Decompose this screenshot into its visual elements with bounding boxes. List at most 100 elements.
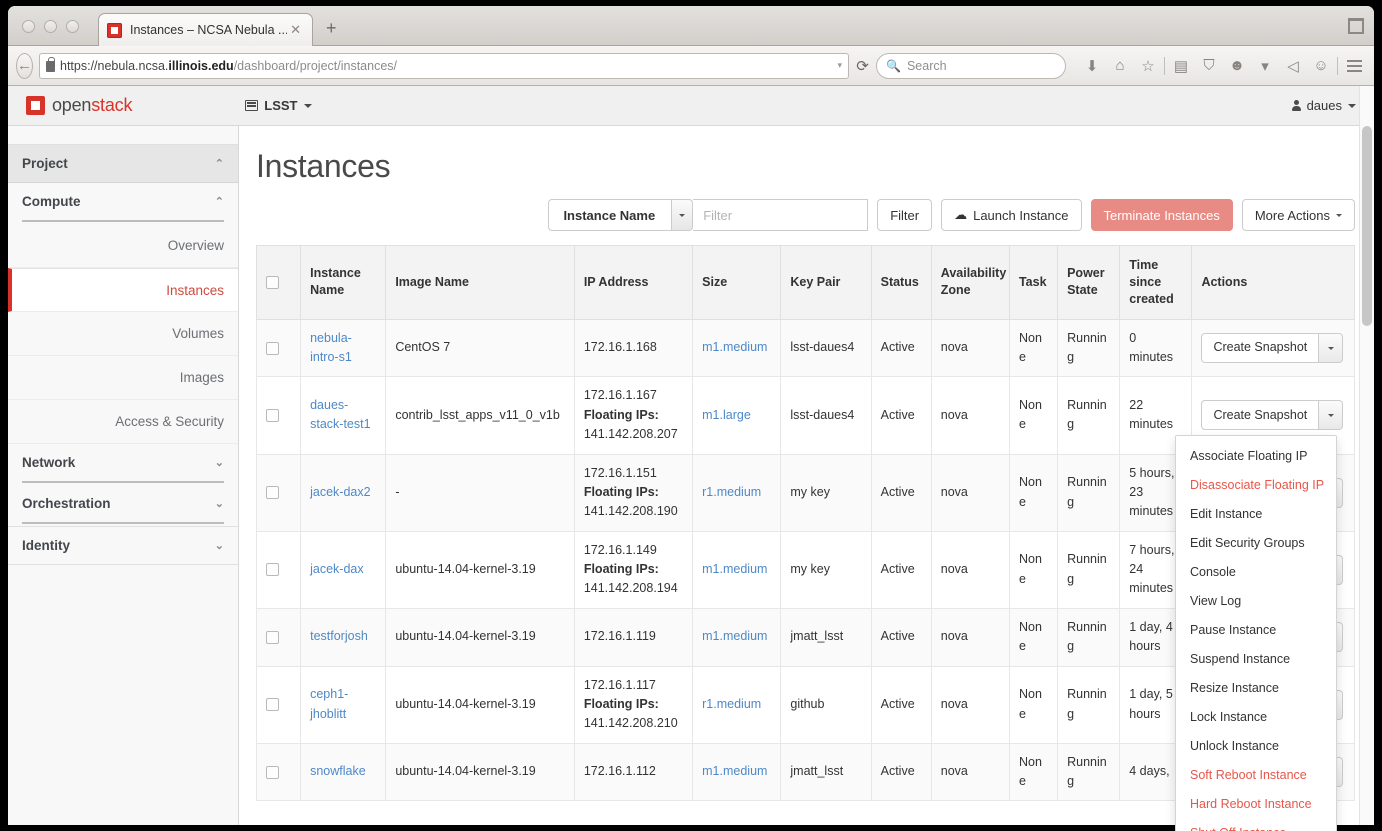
flavor-link[interactable]: r1.medium [702,485,761,499]
row-actions-dropdown-menu[interactable]: Associate Floating IP Disassociate Floati… [1175,435,1337,831]
filter-field-selector[interactable]: Instance Name [548,199,694,231]
row-actions-chevron-down-icon[interactable] [1319,333,1344,363]
create-snapshot-button[interactable]: Create Snapshot [1201,333,1320,363]
more-actions-button[interactable]: More Actions [1241,199,1355,231]
instance-name-link[interactable]: testforjosh [310,629,368,643]
flavor-link[interactable]: m1.medium [702,562,767,576]
instance-name-link[interactable]: nebula-intro-s1 [310,331,352,364]
col-key-pair[interactable]: Key Pair [780,245,872,320]
minimize-window-button[interactable] [44,20,57,33]
scrollbar-thumb[interactable] [1362,126,1372,326]
instance-name-link[interactable]: snowflake [310,764,366,778]
row-checkbox[interactable] [266,698,279,712]
instance-name-link[interactable]: jacek-dax [310,562,364,576]
address-bar[interactable]: https://nebula.ncsa.illinois.edu/dashboa… [39,52,849,79]
home-icon[interactable]: ⌂ [1108,53,1132,79]
col-size[interactable]: Size [692,245,782,320]
sidebar-item-access-security[interactable]: Access & Security [8,400,238,444]
flavor-link[interactable]: m1.medium [702,629,767,643]
browser-tab[interactable]: Instances – NCSA Nebula ... ✕ [98,13,313,46]
sidebar-item-instances[interactable]: Instances [8,268,238,312]
dropdown-item-associate-floating-ip[interactable]: Associate Floating IP [1176,442,1336,471]
sidebar-group-network[interactable]: Network ⌄ [8,444,238,483]
row-checkbox[interactable] [266,765,279,779]
instance-name-link[interactable]: ceph1-jhoblitt [310,687,348,720]
dropdown-item-shut-off-instance[interactable]: Shut Off Instance [1176,819,1336,831]
sidebar-panel-identity[interactable]: Identity ⌄ [8,527,238,564]
sidebar-item-volumes[interactable]: Volumes [8,312,238,356]
row-checkbox[interactable] [266,486,279,500]
persona-chevron-down-icon[interactable]: ▾ [1253,53,1277,79]
terminate-instances-button[interactable]: Terminate Instances [1090,199,1233,231]
col-power-state[interactable]: Power State [1057,245,1121,320]
col-task[interactable]: Task [1009,245,1059,320]
instance-name-link[interactable]: daues-stack-test1 [310,398,370,431]
row-checkbox[interactable] [266,563,279,577]
sidebar-group-compute[interactable]: Compute ⌃ [8,183,238,222]
restore-window-icon[interactable] [1348,18,1364,34]
row-actions-chevron-down-icon[interactable] [1319,400,1344,431]
filter-field-chevron-down-icon[interactable] [671,199,694,231]
project-switcher[interactable]: LSST [245,98,312,113]
row-action-split-button[interactable]: Create Snapshot [1201,400,1344,431]
user-menu[interactable]: daues [1291,98,1356,113]
pocket-icon[interactable]: ⛉ [1197,53,1221,79]
close-window-button[interactable] [22,20,35,33]
close-tab-icon[interactable]: ✕ [287,22,304,38]
row-action-split-button[interactable]: Create Snapshot [1201,333,1344,363]
menu-hamburger-icon[interactable] [1342,53,1366,79]
back-button[interactable]: ← [16,52,33,79]
page-scrollbar[interactable] [1359,86,1374,831]
col-availability-zone[interactable]: Availability Zone [931,245,1010,320]
persona-icon[interactable]: ☻ [1225,53,1249,79]
downloads-icon[interactable]: ⬇ [1080,53,1104,79]
create-snapshot-button[interactable]: Create Snapshot [1201,400,1320,431]
filter-input[interactable] [693,199,869,231]
dropdown-item-edit-instance[interactable]: Edit Instance [1176,500,1336,529]
dropdown-item-suspend-instance[interactable]: Suspend Instance [1176,645,1336,674]
flavor-link[interactable]: m1.large [702,408,751,422]
col-ip-address[interactable]: IP Address [574,245,694,320]
dropdown-item-hard-reboot-instance[interactable]: Hard Reboot Instance [1176,790,1336,819]
reload-button[interactable]: ⟳ [855,53,870,79]
flavor-link[interactable]: m1.medium [702,340,767,354]
row-checkbox[interactable] [266,630,279,644]
launch-instance-button[interactable]: ☁ Launch Instance [941,199,1082,231]
flavor-link[interactable]: r1.medium [702,697,761,711]
bookmark-star-icon[interactable]: ☆ [1136,53,1160,79]
chat-icon[interactable]: ☺ [1309,53,1333,79]
row-checkbox[interactable] [266,408,279,422]
dropdown-item-console[interactable]: Console [1176,558,1336,587]
share-icon[interactable]: ◁ [1281,53,1305,79]
dropdown-item-edit-security-groups[interactable]: Edit Security Groups [1176,529,1336,558]
chevron-down-icon[interactable]: ▾ [837,60,842,71]
dropdown-item-resize-instance[interactable]: Resize Instance [1176,674,1336,703]
openstack-logo[interactable]: openstack [26,95,132,116]
col-instance-name[interactable]: Instance Name [300,245,387,320]
chevron-down-icon: ⌄ [214,540,224,552]
window-controls[interactable] [22,20,79,33]
new-tab-button[interactable]: + [326,19,337,37]
dropdown-item-lock-instance[interactable]: Lock Instance [1176,703,1336,732]
col-time-since-created[interactable]: Time since created [1119,245,1193,320]
sidebar-item-overview[interactable]: Overview [8,224,238,268]
row-checkbox[interactable] [266,341,279,355]
col-status[interactable]: Status [871,245,932,320]
dropdown-item-unlock-instance[interactable]: Unlock Instance [1176,732,1336,761]
sidebar-panel-project[interactable]: Project ⌃ [8,145,238,183]
select-all-checkbox[interactable] [266,275,279,289]
dropdown-item-soft-reboot-instance[interactable]: Soft Reboot Instance [1176,761,1336,790]
instance-name-link[interactable]: jacek-dax2 [310,485,370,499]
sidebar-group-orchestration[interactable]: Orchestration ⌄ [8,485,238,524]
dropdown-item-view-log[interactable]: View Log [1176,587,1336,616]
library-icon[interactable]: ▤ [1169,53,1193,79]
cell-ip-private: 172.16.1.119 [583,629,656,644]
dropdown-item-pause-instance[interactable]: Pause Instance [1176,616,1336,645]
filter-button[interactable]: Filter [877,199,933,231]
browser-search-box[interactable]: 🔍 Search [876,52,1066,79]
sidebar-item-images[interactable]: Images [8,356,238,400]
flavor-link[interactable]: m1.medium [702,764,767,778]
dropdown-item-disassociate-floating-ip[interactable]: Disassociate Floating IP [1176,471,1336,500]
col-image-name[interactable]: Image Name [385,245,575,320]
maximize-window-button[interactable] [66,20,79,33]
